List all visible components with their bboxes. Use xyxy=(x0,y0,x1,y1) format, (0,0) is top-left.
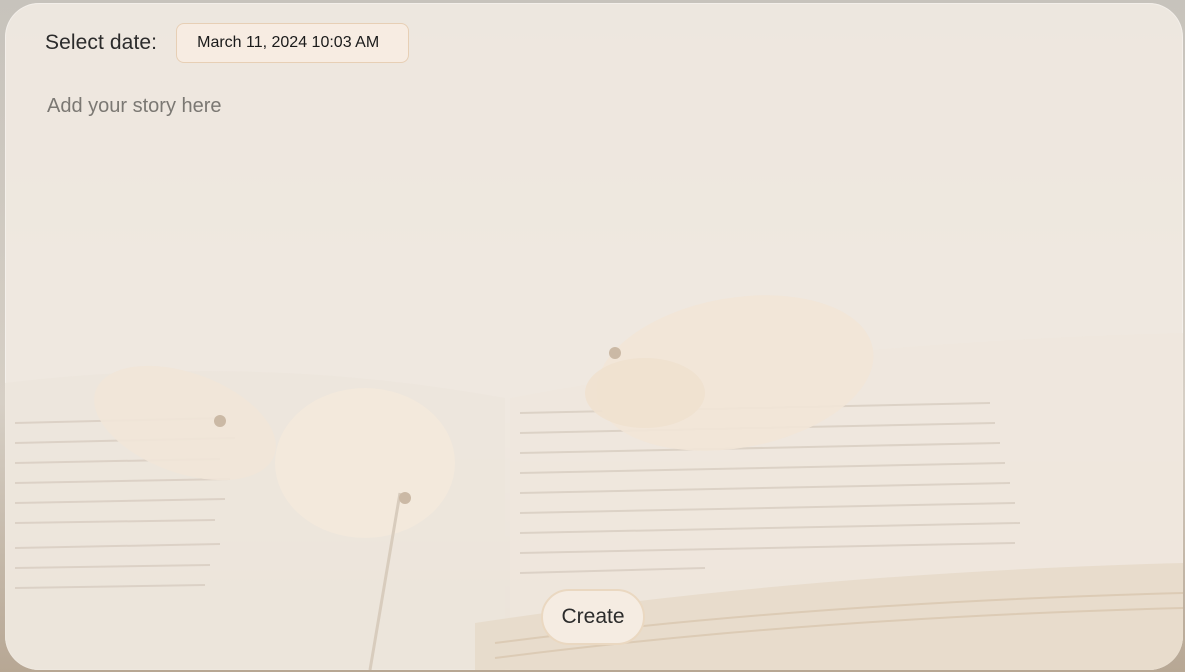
story-card: Select date: March 11, 2024 10:03 AM Cre… xyxy=(5,3,1183,670)
date-label: Select date: xyxy=(45,31,158,54)
date-picker-input[interactable]: March 11, 2024 10:03 AM xyxy=(176,23,410,63)
story-textarea[interactable] xyxy=(41,89,1153,571)
date-row: Select date: March 11, 2024 10:03 AM xyxy=(45,23,410,63)
create-button[interactable]: Create xyxy=(541,589,645,645)
